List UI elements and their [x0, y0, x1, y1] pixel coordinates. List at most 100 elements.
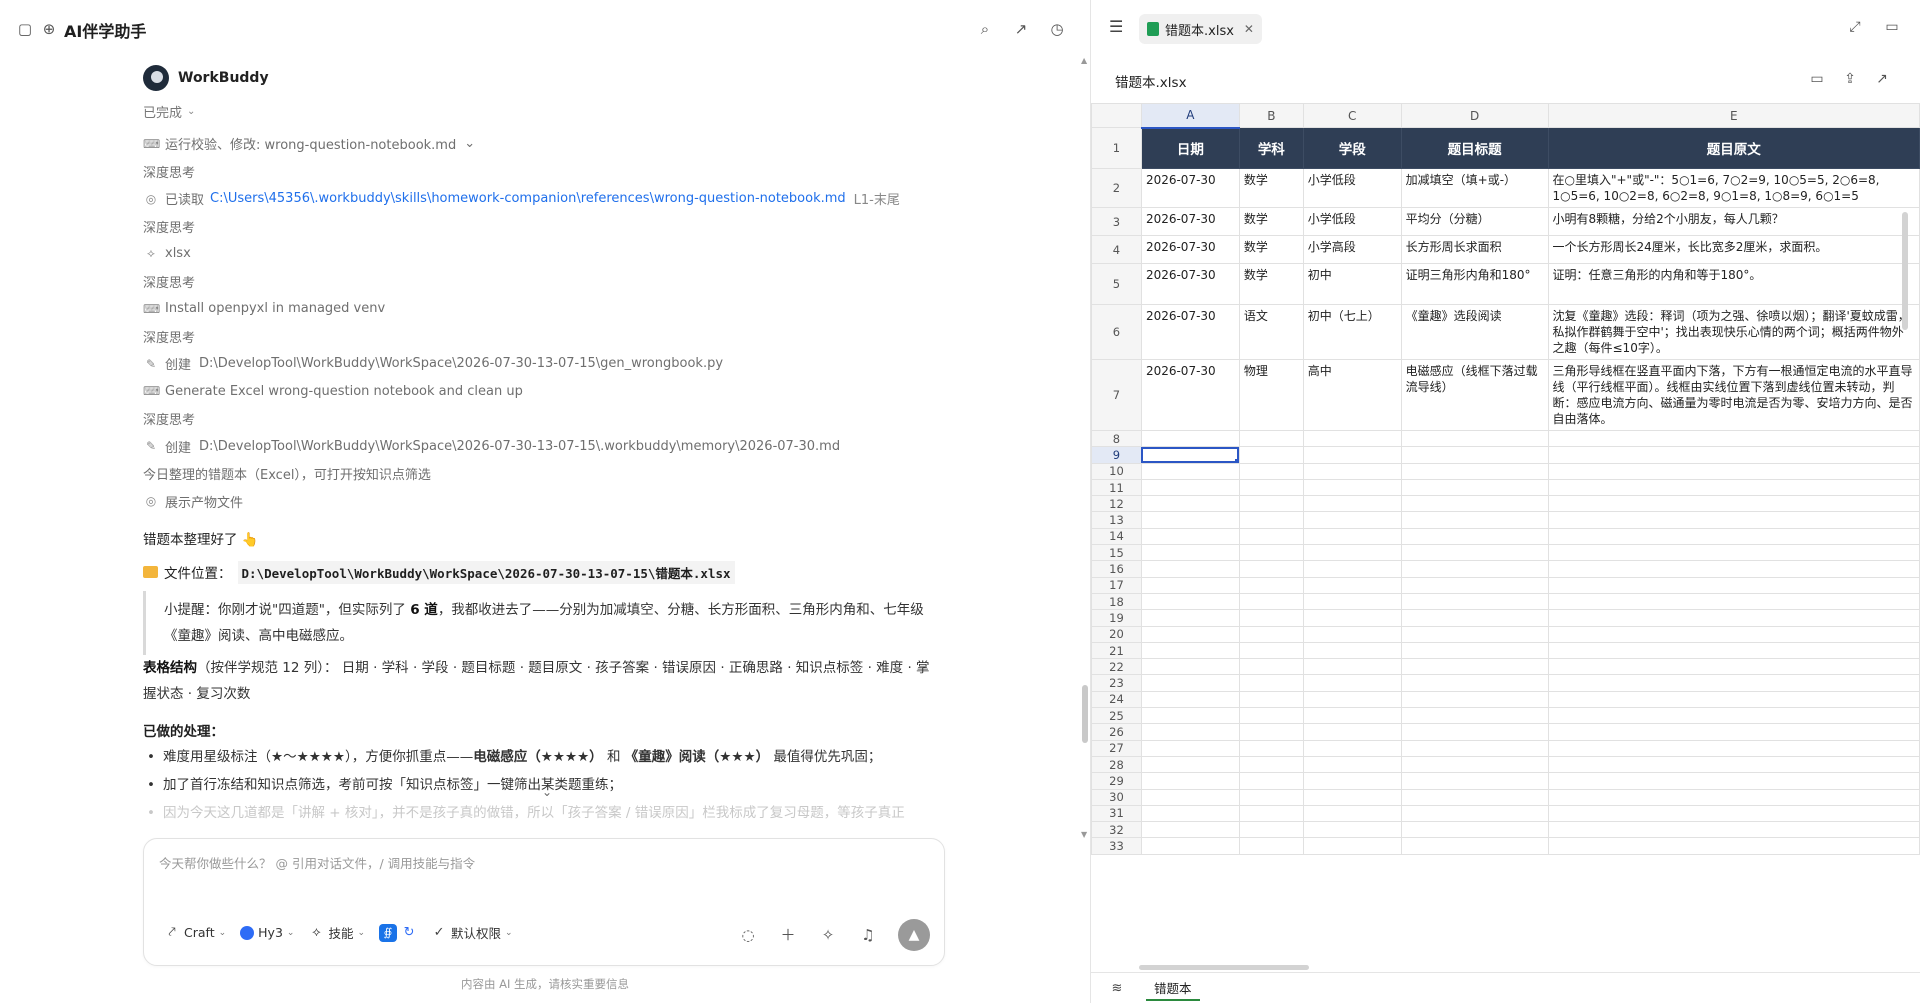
table-cell[interactable]: [1302, 755, 1402, 774]
row-number[interactable]: 11: [1091, 478, 1142, 497]
table-cell[interactable]: [1238, 429, 1304, 448]
step-item[interactable]: ✎ 创建 D:\DevelopTool\WorkBuddy\WorkSpace\…: [143, 433, 963, 461]
scroll-down-arrow-icon[interactable]: ▼: [1081, 830, 1087, 839]
table-cell[interactable]: [1547, 739, 1920, 757]
chevron-down-icon[interactable]: ⌄: [187, 106, 195, 117]
table-cell[interactable]: [1140, 641, 1240, 660]
file-location-path[interactable]: D:\DevelopTool\WorkBuddy\WorkSpace\2026-…: [237, 560, 735, 584]
table-cell[interactable]: [1302, 837, 1402, 855]
table-cell[interactable]: 小明有8颗糖，分给2个小朋友，每人几颗？: [1547, 207, 1920, 236]
row-number[interactable]: 27: [1091, 739, 1142, 757]
step-item[interactable]: ⌨ Generate Excel wrong-question notebook…: [143, 378, 963, 406]
table-cell[interactable]: [1238, 495, 1304, 513]
table-cell[interactable]: [1140, 707, 1240, 725]
table-cell[interactable]: [1400, 625, 1549, 643]
selected-cell[interactable]: [1140, 446, 1240, 464]
table-cell[interactable]: [1302, 658, 1402, 676]
table-cell[interactable]: [1400, 690, 1549, 709]
table-cell[interactable]: [1140, 837, 1240, 855]
row-number[interactable]: 19: [1091, 609, 1142, 627]
row-number[interactable]: 29: [1091, 772, 1142, 790]
select-all-corner[interactable]: [1091, 103, 1142, 128]
table-cell[interactable]: 沈复《童趣》选段：释词（项为之强、徐喷以烟）；翻译'夏蚊成雷，私拟作群鹤舞于空中…: [1547, 304, 1920, 360]
table-cell[interactable]: [1238, 821, 1304, 839]
table-cell[interactable]: [1547, 429, 1920, 448]
magic-wand-icon[interactable]: ✧: [818, 925, 838, 945]
table-cell[interactable]: [1140, 755, 1240, 774]
table-cell[interactable]: [1302, 804, 1402, 823]
share-icon[interactable]: ↗: [1012, 20, 1030, 38]
table-cell[interactable]: [1238, 592, 1304, 611]
table-cell[interactable]: 小学高段: [1302, 235, 1402, 264]
table-cell[interactable]: [1302, 478, 1402, 497]
scroll-to-bottom-icon[interactable]: ⌄: [537, 785, 557, 805]
table-cell[interactable]: [1302, 723, 1402, 741]
app-connector-icon[interactable]: ∯: [379, 923, 398, 942]
row-number[interactable]: 22: [1091, 658, 1142, 676]
table-cell[interactable]: [1547, 755, 1920, 774]
table-cell[interactable]: [1302, 592, 1402, 611]
table-cell[interactable]: [1302, 739, 1402, 757]
table-cell[interactable]: 电磁感应（线框下落过载流导线）: [1400, 359, 1549, 431]
table-cell[interactable]: [1302, 821, 1402, 839]
table-cell[interactable]: [1140, 495, 1240, 513]
upload-icon[interactable]: ⇪: [1841, 70, 1859, 88]
table-cell[interactable]: [1547, 772, 1920, 790]
chat-scrollbar[interactable]: ▲ ▼: [1081, 56, 1088, 840]
table-cell[interactable]: [1547, 592, 1920, 611]
table-cell[interactable]: [1238, 544, 1304, 562]
table-cell[interactable]: [1238, 707, 1304, 725]
table-cell[interactable]: [1302, 576, 1402, 594]
layers-icon[interactable]: ≋: [1109, 981, 1125, 997]
table-cell[interactable]: [1140, 690, 1240, 709]
table-cell[interactable]: 小学低段: [1302, 207, 1402, 236]
row-number[interactable]: 4: [1091, 235, 1142, 264]
table-cell[interactable]: [1547, 462, 1920, 480]
row-number[interactable]: 14: [1091, 527, 1142, 546]
close-icon[interactable]: ✕: [1244, 22, 1254, 36]
table-cell[interactable]: [1400, 592, 1549, 611]
table-cell[interactable]: [1238, 804, 1304, 823]
table-cell[interactable]: 在○里填入"+"或"-"：5○1=6, 7○2=9, 10○5=5, 2○6=8…: [1547, 168, 1920, 208]
table-cell[interactable]: 数学: [1238, 168, 1304, 208]
table-cell[interactable]: 高中: [1302, 359, 1402, 431]
file-link[interactable]: C:\Users\45356\.workbuddy\skills\homewor…: [210, 191, 846, 206]
table-cell[interactable]: [1547, 837, 1920, 855]
row-number[interactable]: 21: [1091, 641, 1142, 660]
table-cell[interactable]: [1400, 837, 1549, 855]
table-cell[interactable]: [1140, 772, 1240, 790]
table-cell[interactable]: 数学: [1238, 263, 1304, 305]
table-cell[interactable]: 初中: [1302, 263, 1402, 305]
column-header[interactable]: B: [1238, 103, 1304, 128]
open-folder-icon[interactable]: ▭: [1808, 70, 1826, 88]
table-cell[interactable]: [1400, 658, 1549, 676]
table-cell[interactable]: [1400, 609, 1549, 627]
column-header[interactable]: C: [1302, 103, 1402, 128]
header-cell[interactable]: 题目原文: [1547, 127, 1920, 169]
table-cell[interactable]: 2026-07-30: [1140, 304, 1240, 360]
table-cell[interactable]: [1547, 658, 1920, 676]
task-status[interactable]: 已完成 ⌄: [143, 100, 963, 122]
table-cell[interactable]: [1547, 707, 1920, 725]
sheet-horizontal-scrollbar[interactable]: [1139, 965, 1309, 970]
table-cell[interactable]: 三角形导线框在竖直平面内下落，下方有一根通恒定电流的水平直导线（平行线框平面）。…: [1547, 359, 1920, 431]
table-cell[interactable]: [1400, 707, 1549, 725]
table-cell[interactable]: [1238, 674, 1304, 692]
row-number[interactable]: 5: [1091, 263, 1142, 305]
send-button[interactable]: ▲: [898, 919, 930, 951]
table-cell[interactable]: [1140, 462, 1240, 480]
table-cell[interactable]: [1400, 544, 1549, 562]
panel-toggle-icon[interactable]: ▭: [1883, 18, 1901, 36]
table-cell[interactable]: 2026-07-30: [1140, 207, 1240, 236]
microphone-icon[interactable]: ♫: [858, 925, 878, 945]
table-cell[interactable]: 小学低段: [1302, 168, 1402, 208]
table-cell[interactable]: [1400, 723, 1549, 741]
table-cell[interactable]: [1140, 674, 1240, 692]
table-cell[interactable]: [1302, 625, 1402, 643]
table-cell[interactable]: [1547, 723, 1920, 741]
row-number[interactable]: 6: [1091, 304, 1142, 360]
table-cell[interactable]: [1547, 788, 1920, 806]
header-cell[interactable]: 日期: [1140, 127, 1240, 169]
row-number[interactable]: 25: [1091, 707, 1142, 725]
scroll-up-arrow-icon[interactable]: ▲: [1081, 56, 1087, 65]
